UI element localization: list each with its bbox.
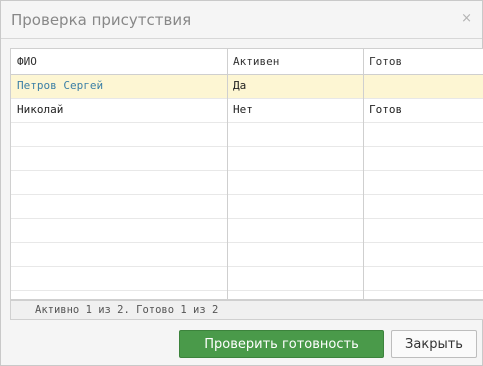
empty-row [11, 147, 483, 171]
column-header-active[interactable]: Активен [227, 49, 363, 74]
column-header-name[interactable]: ФИО [11, 49, 227, 74]
dialog-title: Проверка присутствия [11, 11, 192, 29]
empty-row [11, 243, 483, 267]
table-row[interactable]: Петров Сергей Да [11, 75, 483, 99]
cell-active: Нет [233, 103, 253, 116]
empty-row [11, 171, 483, 195]
cell-ready [363, 75, 483, 98]
presence-check-dialog: Проверка присутствия × ФИО Активен Готов… [0, 0, 483, 366]
empty-row [11, 219, 483, 243]
table-header-row: ФИО Активен Готов [11, 49, 483, 75]
dialog-titlebar: Проверка присутствия × [1, 1, 482, 39]
column-divider[interactable] [363, 49, 364, 299]
empty-row [11, 267, 483, 291]
cell-active: Да [233, 79, 247, 92]
column-header-ready[interactable]: Готов [363, 49, 483, 74]
close-button[interactable]: Закрыть [391, 330, 477, 358]
cell-ready: Готов [369, 103, 403, 116]
check-readiness-button[interactable]: Проверить готовность [179, 330, 384, 358]
empty-row [11, 123, 483, 147]
attendance-table: ФИО Активен Готов Петров Сергей Да Никол… [10, 48, 483, 300]
status-summary: Активно 1 из 2. Готово 1 из 2 [35, 304, 219, 316]
cell-name: Николай [17, 103, 64, 116]
cell-name: Петров Сергей [17, 79, 104, 92]
close-icon[interactable]: × [461, 11, 472, 26]
table-statusbar: Активно 1 из 2. Готово 1 из 2 [10, 300, 483, 320]
table-row[interactable]: Николай Нет Готов [11, 99, 483, 123]
column-divider[interactable] [227, 49, 228, 299]
empty-row [11, 195, 483, 219]
